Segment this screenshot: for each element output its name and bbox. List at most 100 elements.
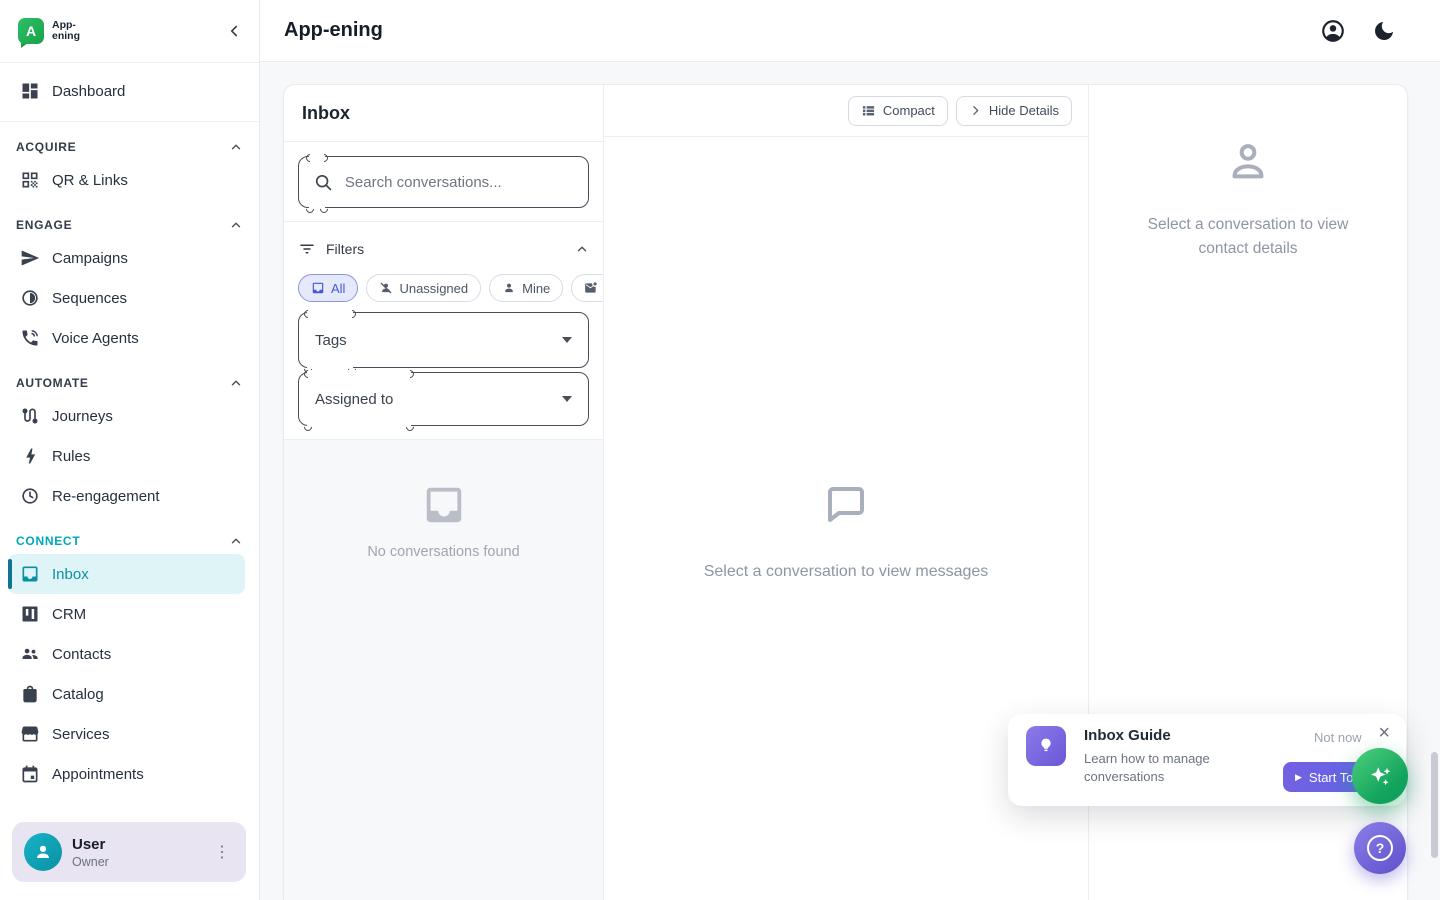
ai-assistant-fab[interactable] bbox=[1352, 748, 1408, 804]
filters-collapse-button[interactable] bbox=[575, 242, 589, 256]
section-label: ACQUIRE bbox=[16, 140, 76, 154]
section-header-engage: ENGAGE bbox=[16, 218, 243, 232]
sidebar-item-contacts[interactable]: Contacts bbox=[8, 634, 245, 674]
user-name: User bbox=[72, 836, 109, 853]
sidebar-item-label: Contacts bbox=[52, 646, 111, 663]
sidebar-item-crm[interactable]: CRM bbox=[8, 594, 245, 634]
inbox-icon bbox=[311, 281, 325, 295]
sidebar-item-label: Voice Agents bbox=[52, 330, 139, 347]
sidebar-item-label: QR & Links bbox=[52, 172, 128, 189]
dashboard-icon bbox=[20, 81, 40, 101]
section-label: AUTOMATE bbox=[16, 376, 89, 390]
filter-icon bbox=[298, 240, 316, 258]
dropdown-caret-icon bbox=[562, 337, 572, 343]
close-icon[interactable]: × bbox=[1374, 718, 1394, 749]
bolt-icon bbox=[20, 446, 40, 466]
inbox-empty-icon bbox=[421, 482, 467, 528]
sidebar-item-campaigns[interactable]: Campaigns bbox=[8, 238, 245, 278]
sidebar-item-voice-agents[interactable]: Voice Agents bbox=[8, 318, 245, 358]
sidebar-item-services[interactable]: Services bbox=[8, 714, 245, 754]
chat-bubble-icon bbox=[822, 481, 870, 529]
sidebar-item-label: Sequences bbox=[52, 290, 127, 307]
people-icon bbox=[20, 644, 40, 664]
sidebar-item-rules[interactable]: Rules bbox=[8, 436, 245, 476]
assigned-to-select[interactable]: Assigned to bbox=[298, 372, 589, 426]
sidebar-collapse-button[interactable] bbox=[225, 22, 243, 40]
dark-mode-toggle[interactable] bbox=[1372, 19, 1396, 43]
dropdown-caret-icon bbox=[562, 396, 572, 402]
app-logo-text: App- ening bbox=[52, 20, 80, 42]
send-icon bbox=[20, 248, 40, 268]
qr-code-icon bbox=[20, 170, 40, 190]
inbox-panel-title: Inbox bbox=[302, 103, 350, 124]
filter-chip-unread[interactable]: Unread bbox=[571, 274, 603, 302]
lightbulb-icon bbox=[1035, 735, 1057, 757]
filters-label: Filters bbox=[326, 241, 364, 257]
no-conversations-text: No conversations found bbox=[367, 544, 519, 560]
user-role: Owner bbox=[72, 855, 109, 869]
not-now-button[interactable]: Not now bbox=[1314, 730, 1362, 745]
sidebar-item-inbox[interactable]: Inbox bbox=[8, 554, 245, 594]
help-fab[interactable]: ? bbox=[1354, 822, 1406, 874]
section-label: CONNECT bbox=[16, 534, 80, 548]
logo-line2: ening bbox=[52, 31, 80, 42]
filter-chips-row: All Unassigned Mine Unread bbox=[298, 274, 603, 302]
sidebar-item-label: Campaigns bbox=[52, 250, 128, 267]
user-card[interactable]: User Owner ⋮ bbox=[12, 822, 246, 882]
view-list-icon bbox=[861, 103, 876, 118]
user-avatar bbox=[24, 833, 62, 871]
route-icon bbox=[20, 406, 40, 426]
sidebar-item-catalog[interactable]: Catalog bbox=[8, 674, 245, 714]
window-scrollbar[interactable] bbox=[1431, 752, 1438, 858]
hide-details-button-label: Hide Details bbox=[989, 103, 1059, 118]
sidebar-item-re-engagement[interactable]: Re-engagement bbox=[8, 476, 245, 516]
person-icon bbox=[502, 281, 516, 295]
sparkles-icon bbox=[1366, 762, 1394, 790]
search-input[interactable] bbox=[345, 174, 574, 191]
phone-talk-icon bbox=[20, 328, 40, 348]
chevron-up-icon[interactable] bbox=[229, 218, 243, 232]
mail-unread-icon bbox=[584, 281, 598, 295]
sidebar-item-label: Services bbox=[52, 726, 110, 743]
sidebar-item-label: Re-engagement bbox=[52, 488, 160, 505]
sidebar-nav: Dashboard ACQUIRE QR & Links ENGAGE Camp… bbox=[0, 63, 259, 900]
hide-details-button[interactable]: Hide Details bbox=[956, 96, 1072, 126]
play-icon: ▶ bbox=[1295, 772, 1302, 783]
sidebar-item-journeys[interactable]: Journeys bbox=[8, 396, 245, 436]
sidebar-item-sequences[interactable]: Sequences bbox=[8, 278, 245, 318]
sidebar-item-label: CRM bbox=[52, 606, 86, 623]
chip-label: All bbox=[331, 281, 345, 296]
search-field[interactable] bbox=[298, 156, 589, 208]
sidebar-item-dashboard[interactable]: Dashboard bbox=[8, 71, 245, 111]
filter-chip-all[interactable]: All bbox=[298, 274, 358, 302]
shopping-bag-icon bbox=[20, 684, 40, 704]
storefront-icon bbox=[20, 724, 40, 744]
chip-label: Mine bbox=[522, 281, 550, 296]
tags-select[interactable]: Tags bbox=[298, 312, 589, 368]
compact-button-label: Compact bbox=[883, 103, 935, 118]
select-contact-text: Select a conversation to view contact de… bbox=[1123, 213, 1373, 261]
filter-chip-mine[interactable]: Mine bbox=[489, 274, 563, 302]
calendar-icon bbox=[20, 764, 40, 784]
section-header-acquire: ACQUIRE bbox=[16, 140, 243, 154]
section-header-connect: CONNECT bbox=[16, 534, 243, 548]
sidebar: A App- ening Dashboard ACQUIRE QR & Link… bbox=[0, 0, 260, 900]
sidebar-item-qr-links[interactable]: QR & Links bbox=[8, 160, 245, 200]
clock-icon bbox=[20, 486, 40, 506]
sidebar-item-label: Dashboard bbox=[52, 83, 125, 100]
account-button[interactable] bbox=[1320, 18, 1346, 44]
person-outline-icon bbox=[1225, 139, 1271, 185]
compact-button[interactable]: Compact bbox=[848, 96, 948, 126]
sidebar-item-label: Journeys bbox=[52, 408, 113, 425]
chevron-left-icon bbox=[225, 22, 243, 40]
chevron-up-icon[interactable] bbox=[229, 140, 243, 154]
chevron-up-icon[interactable] bbox=[229, 376, 243, 390]
chip-label: Unassigned bbox=[399, 281, 468, 296]
user-menu-button[interactable]: ⋮ bbox=[208, 838, 236, 866]
account-circle-icon bbox=[1320, 18, 1346, 44]
chevron-up-icon[interactable] bbox=[229, 534, 243, 548]
sidebar-item-appointments[interactable]: Appointments bbox=[8, 754, 245, 794]
search-section bbox=[284, 142, 603, 222]
filters-section: Filters All Unassigned Mine U bbox=[284, 222, 603, 440]
filter-chip-unassigned[interactable]: Unassigned bbox=[366, 274, 481, 302]
